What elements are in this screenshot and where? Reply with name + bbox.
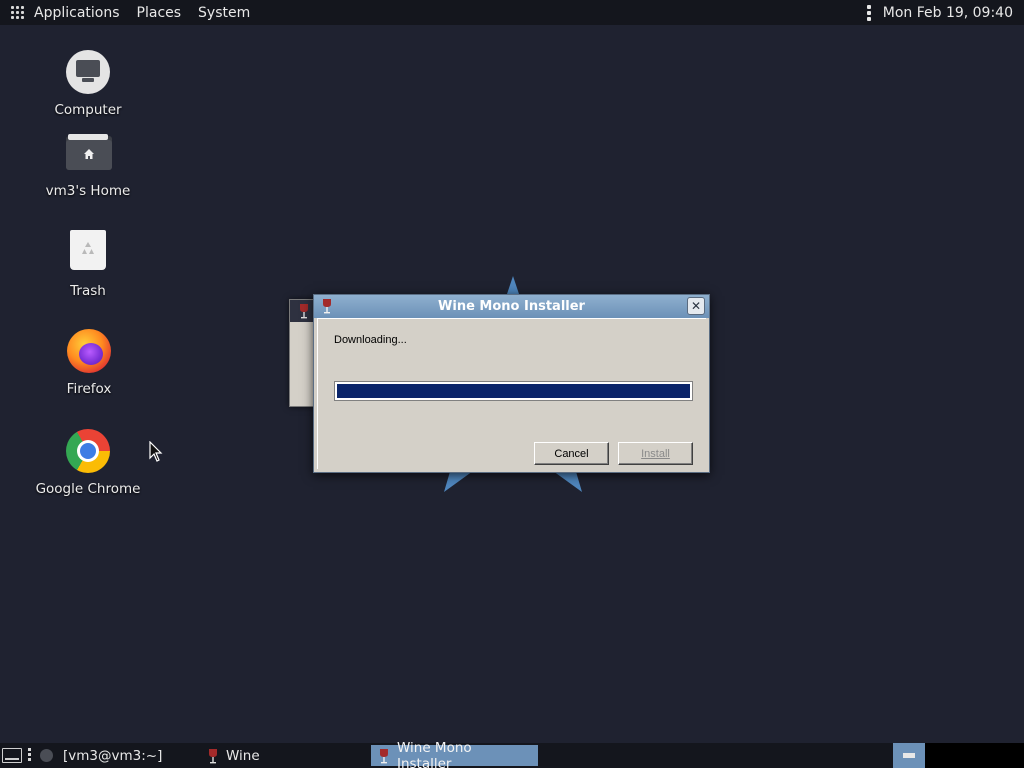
desktop-icon-label: Google Chrome [35,481,141,497]
close-button[interactable]: ✕ [687,297,705,315]
wine-glass-icon [323,299,331,314]
dialog-title: Wine Mono Installer [438,299,585,314]
home-folder-icon [66,134,112,170]
desktop-icon-computer[interactable]: Computer [28,50,148,118]
desktop-icon-firefox[interactable]: Firefox [29,329,149,397]
system-menu[interactable]: System [198,5,250,21]
wine-mono-installer-dialog: Wine Mono Installer ✕ Downloading... Can… [313,294,710,473]
computer-icon [66,50,110,94]
trash-icon [66,230,110,272]
desktop-icon-label: Firefox [66,381,112,397]
install-button[interactable]: Install [618,442,693,465]
status-text: Downloading... [334,334,407,346]
wine-glass-icon [300,304,308,319]
bottom-panel: [vm3@vm3:~] Wine Wine Mono Installer [0,740,1024,768]
desktop-icon-home[interactable]: vm3's Home [28,134,148,199]
apps-grid-icon[interactable] [11,5,25,20]
desktop-icon-label: Trash [70,283,106,299]
desktop-icon-chrome[interactable]: Google Chrome [28,429,148,497]
progress-fill [337,384,690,398]
cancel-button[interactable]: Cancel [534,442,609,465]
wine-glass-icon [209,748,217,763]
desktop-icon-trash[interactable]: Trash [28,230,148,299]
places-menu[interactable]: Places [137,5,182,21]
kebab-menu-icon[interactable] [866,4,871,21]
taskbar-item-terminal[interactable]: [vm3@vm3:~] [55,745,170,766]
desktop-icon-label: vm3's Home [45,183,131,199]
mouse-pointer-icon [149,441,163,462]
chrome-icon [66,429,110,473]
taskbar-item-wine[interactable]: Wine [200,745,268,766]
applications-menu[interactable]: Applications [34,5,120,21]
dialog-titlebar[interactable]: Wine Mono Installer ✕ [314,295,709,318]
desktop-icon-label: Computer [54,102,122,118]
dialog-body: Downloading... Cancel Install [317,318,706,469]
firefox-icon [67,329,111,373]
top-panel: Applications Places System Mon Feb 19, 0… [0,0,1024,25]
wine-glass-icon [379,748,388,763]
panel-handle-icon[interactable] [28,748,31,761]
download-progress-bar [334,381,693,401]
show-desktop-icon[interactable] [2,748,22,763]
workspace-switcher-2[interactable] [925,743,1024,768]
taskbar-item-label: [vm3@vm3:~] [63,747,163,764]
app-dot-icon[interactable] [40,749,53,762]
close-icon: ✕ [690,299,702,313]
workspace-switcher-1[interactable] [893,743,925,768]
taskbar-item-label: Wine Mono Installer [396,739,472,768]
taskbar-item-installer[interactable]: Wine Mono Installer [371,740,538,768]
clock[interactable]: Mon Feb 19, 09:40 [883,5,1013,21]
taskbar-item-label: Wine [226,747,260,764]
